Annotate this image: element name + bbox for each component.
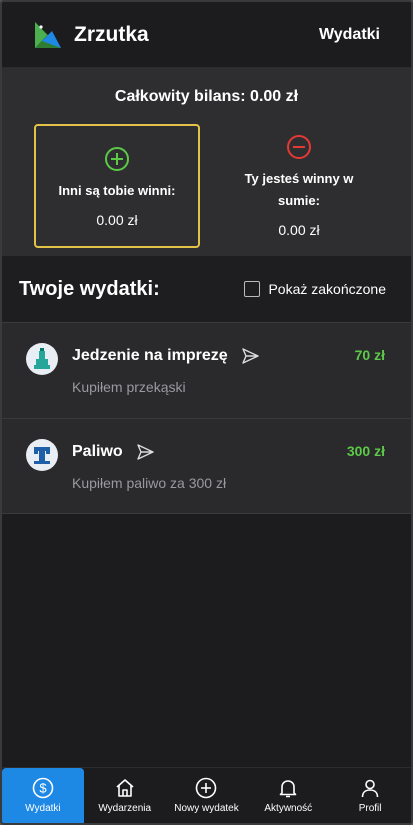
avatar: [26, 439, 58, 471]
show-finished-label: Pokaż zakończone: [268, 281, 386, 297]
expenses-title: Twoje wydatki:: [19, 277, 160, 300]
owed-to-you-label: Inni są tobie winni:: [58, 183, 176, 198]
send-icon[interactable]: [136, 444, 154, 460]
expense-title: Paliwo: [72, 443, 154, 461]
app-name: Zrzutka: [74, 22, 149, 46]
expense-name: Paliwo: [72, 443, 123, 460]
show-finished-toggle[interactable]: Pokaż zakończone: [244, 281, 386, 297]
nav-item-activity[interactable]: Aktywność: [247, 768, 329, 823]
nav-label: Profil: [358, 803, 382, 814]
user-icon: [361, 779, 379, 798]
you-owe-amount: 0.00 zł: [278, 222, 320, 238]
you-owe-card[interactable]: Ty jesteś winny w sumie: 0.00 zł: [216, 132, 382, 256]
nav-item-new-expense[interactable]: Nowy wydatek: [166, 768, 248, 823]
nav-label: Wydatki: [25, 803, 61, 814]
plus-circle-icon: [105, 147, 129, 171]
expense-description: Kupiłem paliwo za 300 zł: [72, 475, 227, 491]
expense-list: Jedzenie na imprezę Kupiłem przekąski 70…: [2, 322, 411, 514]
nav-label: Nowy wydatek: [174, 803, 239, 814]
minus-circle-icon: [287, 135, 311, 159]
pixel-face-icon: [34, 447, 50, 464]
plus-circle-icon: [196, 777, 217, 799]
logo-icon: [35, 21, 61, 48]
expense-amount: 70 zł: [354, 347, 385, 363]
show-finished-checkbox[interactable]: [244, 281, 261, 297]
dollar-icon: $: [32, 777, 54, 799]
balance-summary: Całkowity bilans: 0.00 zł Inni są tobie …: [2, 68, 411, 256]
bottom-nav: $ Wydatki Wydarzenia Nowy wydatek Aktywn…: [2, 767, 411, 823]
home-icon: [116, 779, 134, 797]
expense-item[interactable]: Jedzenie na imprezę Kupiłem przekąski 70…: [2, 322, 411, 418]
expenses-header: Twoje wydatki: Pokaż zakończone: [2, 256, 411, 322]
header-nav-link[interactable]: Wydatki: [319, 26, 380, 44]
nav-item-profile[interactable]: Profil: [329, 768, 411, 823]
nav-label: Wydarzenia: [98, 803, 152, 814]
expense-name: Jedzenie na imprezę: [72, 347, 228, 364]
owed-to-you-amount: 0.00 zł: [96, 212, 138, 228]
nav-item-expenses[interactable]: $ Wydatki: [2, 768, 84, 823]
avatar: [26, 343, 58, 375]
send-icon[interactable]: [241, 348, 259, 364]
nav-label: Aktywność: [264, 803, 313, 814]
app-frame: Zrzutka Wydatki Całkowity bilans: 0.00 z…: [0, 0, 413, 825]
owed-to-you-card[interactable]: Inni są tobie winni: 0.00 zł: [34, 124, 200, 248]
expense-title: Jedzenie na imprezę: [72, 347, 259, 365]
expense-item[interactable]: Paliwo Kupiłem paliwo za 300 zł 300 zł: [2, 418, 411, 514]
svg-text:$: $: [39, 781, 47, 796]
expense-description: Kupiłem przekąski: [72, 379, 186, 395]
you-owe-label-line1: Ty jesteś winny w: [244, 171, 354, 186]
total-balance: Całkowity bilans: 0.00 zł: [114, 88, 299, 105]
you-owe-label-line2: sumie:: [278, 193, 320, 208]
app-header: Zrzutka Wydatki: [2, 2, 411, 68]
expense-amount: 300 zł: [346, 443, 385, 459]
nav-item-events[interactable]: Wydarzenia: [84, 768, 166, 823]
fountain-icon: [34, 348, 50, 369]
bell-icon: [279, 780, 297, 798]
brand[interactable]: Zrzutka: [32, 19, 149, 51]
